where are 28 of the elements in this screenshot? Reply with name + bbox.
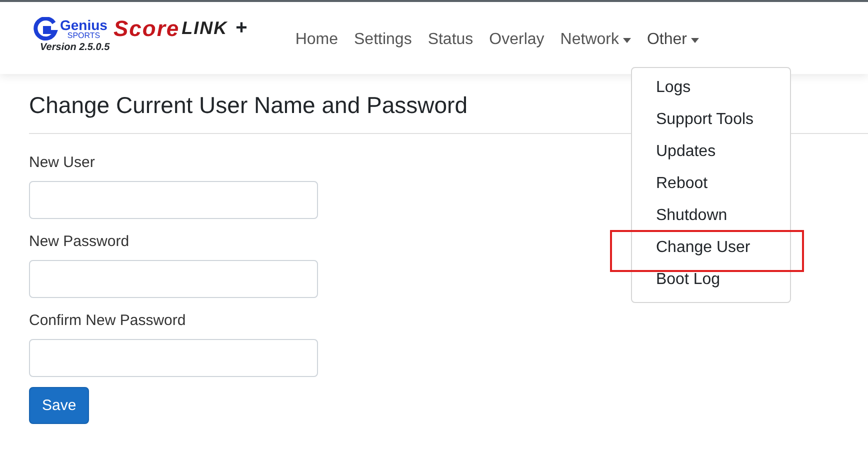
menu-item[interactable]: Boot Log: [632, 264, 790, 296]
menu-item[interactable]: Updates: [632, 136, 790, 168]
logo-subtext: SPORTS: [66, 32, 102, 40]
input-field[interactable]: [29, 339, 318, 377]
field-label: New User: [29, 154, 95, 171]
nav-link[interactable]: Settings: [346, 23, 420, 57]
field-label: Confirm New Password: [29, 312, 186, 329]
input-field[interactable]: [29, 181, 318, 219]
menu-item[interactable]: Change User: [632, 232, 790, 264]
product-logo-text: Score: [113, 16, 180, 42]
menu-item[interactable]: Logs: [632, 72, 790, 104]
field-label: New Password: [29, 233, 130, 250]
version-text: Version 2.5.0.5: [40, 42, 111, 52]
nav-link[interactable]: Home: [287, 23, 346, 57]
input-field[interactable]: [29, 260, 318, 298]
nav-link[interactable]: Other: [638, 23, 707, 57]
nav-link[interactable]: Network: [552, 23, 639, 57]
nav-link[interactable]: Overlay: [481, 23, 552, 57]
menu-item[interactable]: Shutdown: [632, 200, 790, 232]
nav-link[interactable]: Status: [420, 23, 482, 57]
menu-item[interactable]: Support Tools: [632, 104, 790, 136]
page-heading: Change Current User Name and Password: [29, 92, 468, 119]
product-logo-plus: +: [236, 17, 248, 40]
save-button[interactable]: Save: [29, 387, 90, 424]
logo-text: Genius: [60, 18, 108, 32]
product-logo-text: LINK: [182, 18, 228, 39]
menu-item[interactable]: Reboot: [632, 168, 790, 200]
logo-icon: [32, 16, 58, 40]
